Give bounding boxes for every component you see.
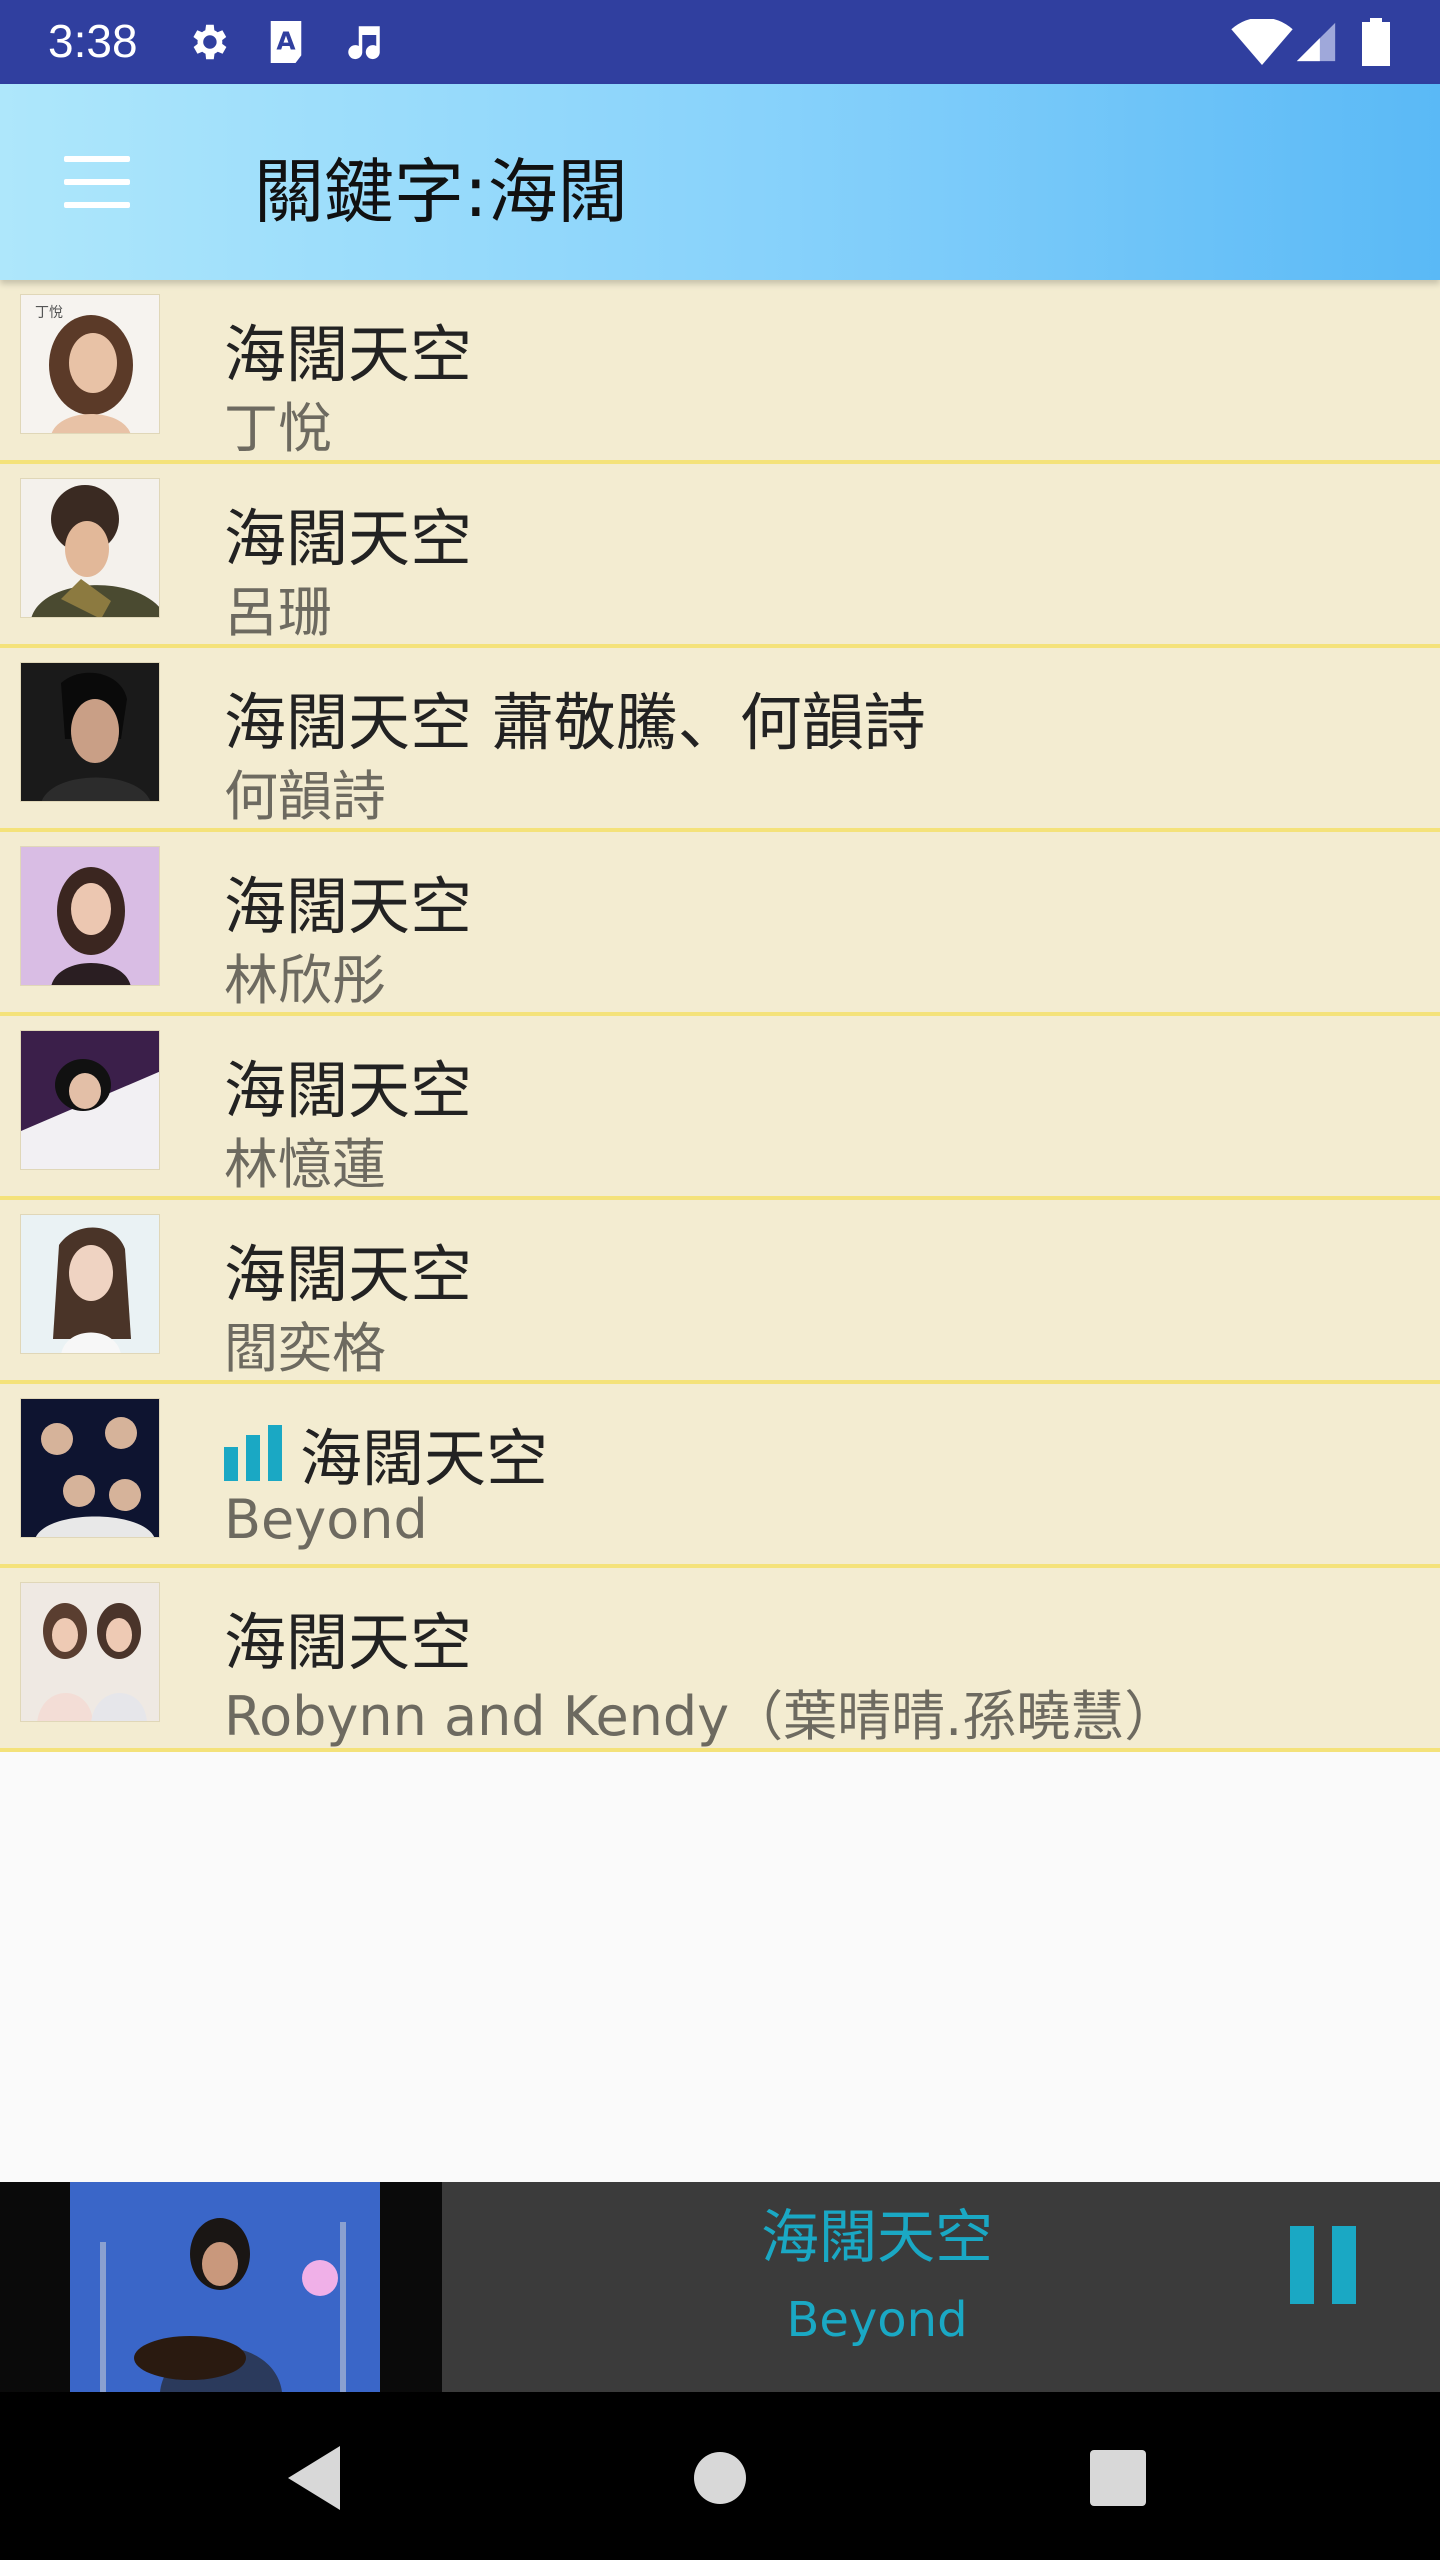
- settings-icon: [182, 16, 234, 68]
- album-thumbnail: [20, 1214, 160, 1354]
- svg-text:丁悅: 丁悅: [35, 305, 63, 321]
- app-bar: 關鍵字:海闊: [0, 84, 1440, 280]
- album-thumbnail: [20, 662, 160, 802]
- song-list: 丁悅 海闊天空 丁悅 海闊天空 呂珊 海闊天空 蕭敬騰、何韻詩 何韻詩 海闊天空…: [0, 280, 1440, 1752]
- list-item[interactable]: 海闊天空 林欣彤: [0, 832, 1440, 1016]
- album-thumbnail: [20, 1582, 160, 1722]
- song-artist: 呂珊: [224, 581, 332, 644]
- pause-button[interactable]: [1290, 2226, 1356, 2304]
- song-title: 海闊天空: [224, 1606, 473, 1679]
- song-artist: Beyond: [224, 1488, 428, 1551]
- list-item[interactable]: 海闊天空 Robynn and Kendy（葉晴晴.孫曉慧）: [0, 1568, 1440, 1752]
- album-thumbnail: [20, 1030, 160, 1170]
- album-thumbnail: [20, 478, 160, 618]
- mini-player[interactable]: 海闊天空 Beyond: [0, 2182, 1440, 2392]
- song-title: 海闊天空: [224, 502, 473, 575]
- album-thumbnail: [20, 1398, 160, 1538]
- wifi-icon: [1230, 16, 1294, 68]
- signal-icon: [1290, 16, 1342, 68]
- player-song-artist: Beyond: [786, 2292, 968, 2348]
- song-title: 海闊天空: [224, 1238, 473, 1311]
- status-bar: 3:38 A: [0, 0, 1440, 84]
- music-note-icon: [338, 16, 390, 68]
- album-thumbnail: [20, 846, 160, 986]
- status-time: 3:38: [48, 15, 138, 67]
- song-title: 海闊天空: [224, 1054, 473, 1127]
- now-playing-icon: [224, 1425, 286, 1481]
- song-title: 海闊天空: [224, 870, 473, 943]
- list-item[interactable]: 海闊天空 Beyond: [0, 1384, 1440, 1568]
- list-item[interactable]: 丁悅 海闊天空 丁悅: [0, 280, 1440, 464]
- list-item[interactable]: 海闊天空 林憶蓮: [0, 1016, 1440, 1200]
- song-title: 海闊天空 蕭敬騰、何韻詩: [224, 686, 926, 759]
- song-title: 海闊天空: [224, 1408, 548, 1498]
- song-artist: 閻奕格: [224, 1317, 386, 1380]
- home-icon[interactable]: [680, 2438, 760, 2518]
- album-thumbnail: 丁悅: [20, 294, 160, 434]
- player-song-title: 海闊天空: [760, 2203, 993, 2271]
- song-artist: 林欣彤: [224, 949, 386, 1012]
- player-album-art[interactable]: [70, 2182, 380, 2392]
- player-art-area: [0, 2182, 442, 2392]
- battery-icon: [1350, 16, 1402, 68]
- song-title: 海闊天空: [224, 318, 473, 391]
- back-icon[interactable]: [278, 2438, 358, 2518]
- song-artist: 林憶蓮: [224, 1133, 386, 1196]
- list-item[interactable]: 海闊天空 蕭敬騰、何韻詩 何韻詩: [0, 648, 1440, 832]
- page-title: 關鍵字:海闊: [254, 151, 628, 233]
- song-artist: 何韻詩: [224, 765, 386, 828]
- recents-icon[interactable]: [1078, 2438, 1158, 2518]
- menu-icon[interactable]: [64, 156, 130, 208]
- navigation-bar: [0, 2392, 1440, 2560]
- list-item[interactable]: 海闊天空 呂珊: [0, 464, 1440, 648]
- song-artist: 丁悅: [224, 397, 332, 460]
- a-icon: A: [260, 16, 312, 68]
- song-artist: Robynn and Kendy（葉晴晴.孫曉慧）: [224, 1685, 1179, 1748]
- list-item[interactable]: 海闊天空 閻奕格: [0, 1200, 1440, 1384]
- svg-text:A: A: [276, 27, 296, 56]
